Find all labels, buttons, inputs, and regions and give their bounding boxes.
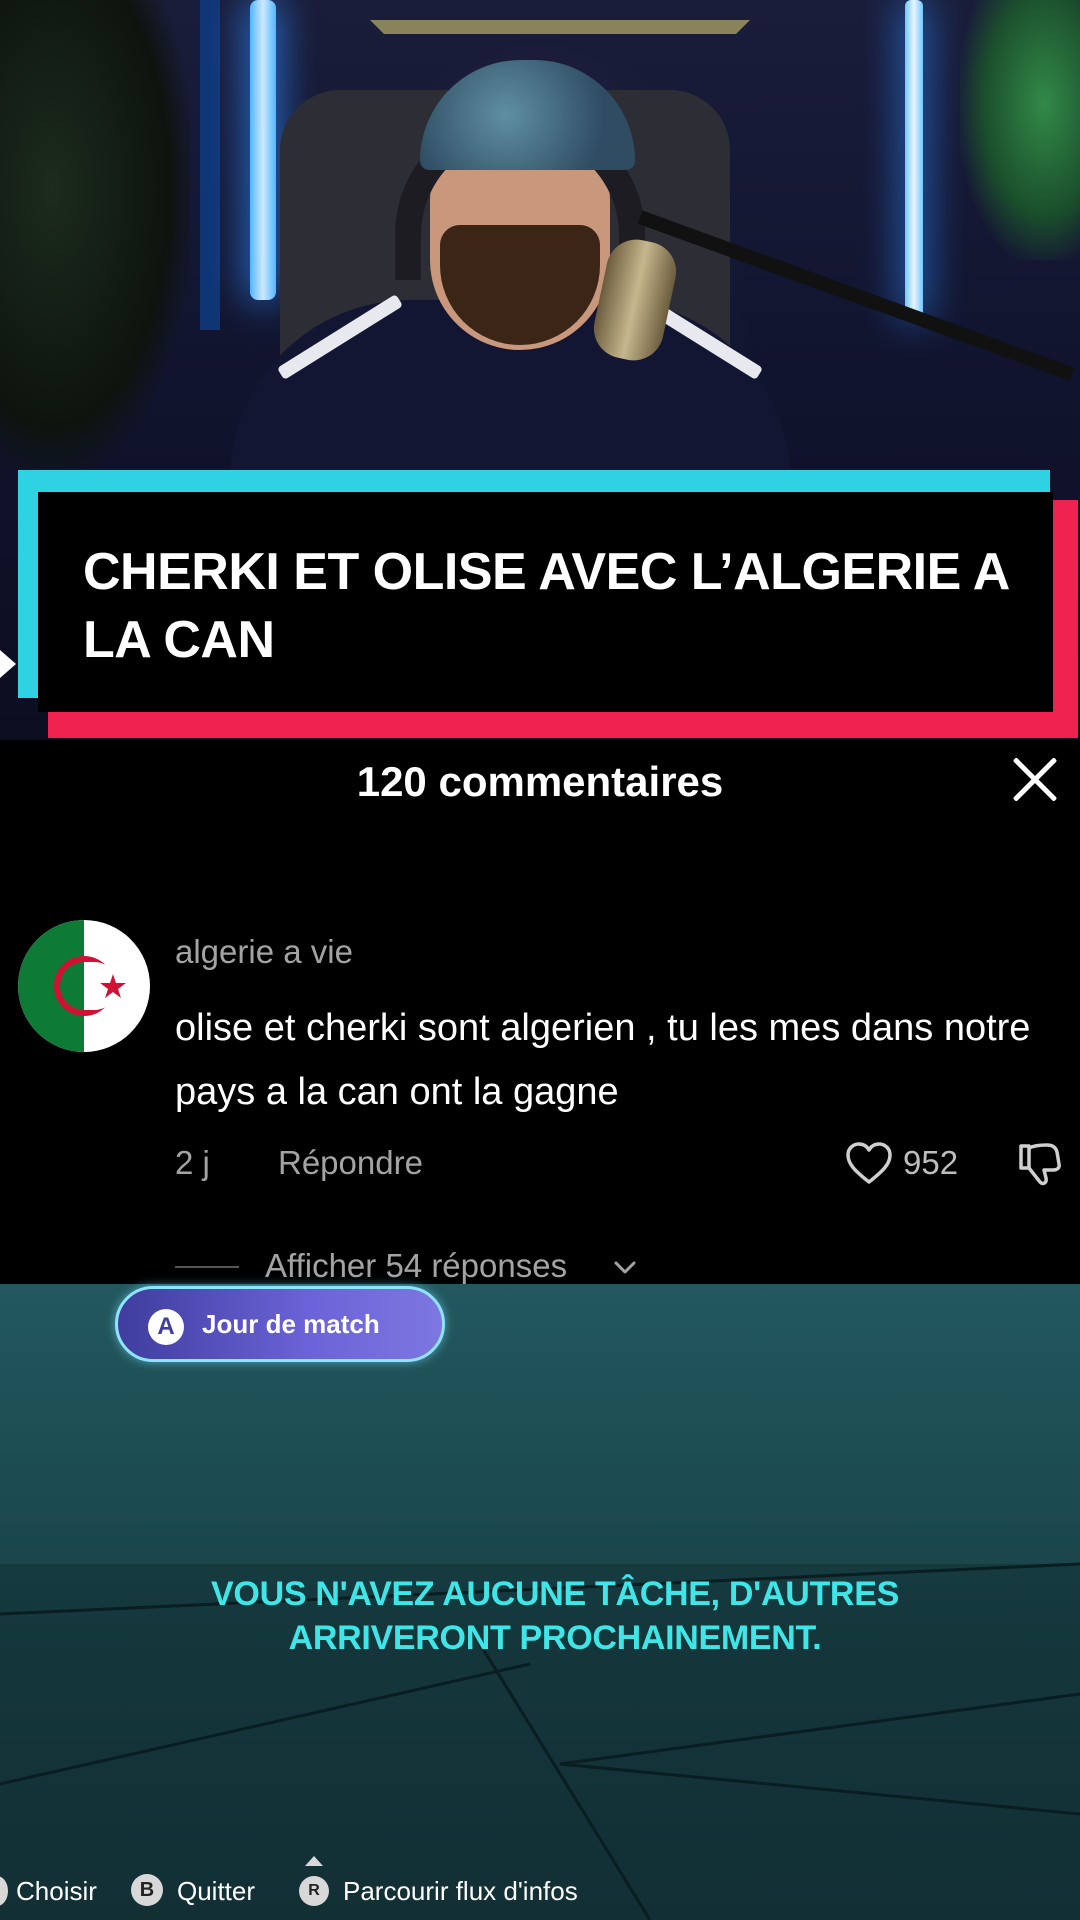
close-icon[interactable]: [1010, 755, 1060, 805]
comments-count: 120 commentaires: [356, 758, 724, 805]
up-arrow-icon: [305, 1856, 323, 1866]
plant-decor: [960, 0, 1080, 260]
neon-light: [200, 0, 220, 330]
choose-hint[interactable]: Choisir: [16, 1876, 97, 1907]
match-day-label: Jour de match: [202, 1309, 380, 1339]
chevron-down-icon[interactable]: [612, 1254, 638, 1280]
show-replies-link[interactable]: Afficher 54 réponses: [265, 1247, 567, 1285]
like-count: 952: [903, 1144, 959, 1181]
dislike-icon[interactable]: [1015, 1140, 1063, 1188]
side-arrow-icon: [0, 650, 16, 678]
plant-decor: [0, 0, 190, 470]
replies-divider: [175, 1266, 239, 1268]
user-avatar[interactable]: [18, 920, 150, 1052]
streamer-cap: [420, 60, 635, 170]
no-task-notice: VOUS N'AVEZ AUCUNE TÂCHE, D'AUTRES ARRIV…: [211, 1575, 899, 1657]
r-stick-icon: R: [299, 1876, 329, 1906]
comment-username[interactable]: algerie a vie: [175, 933, 353, 971]
heart-icon[interactable]: [845, 1141, 893, 1185]
algeria-flag-icon: [54, 956, 126, 1016]
match-day-button[interactable]: A Jour de match: [115, 1286, 445, 1362]
comment-text: olise et cherki sont algerien , tu les m…: [175, 1007, 1031, 1113]
neon-sign: [370, 20, 750, 56]
neon-light: [905, 0, 923, 320]
neon-light: [250, 0, 276, 300]
browse-news-hint[interactable]: Parcourir flux d'infos: [343, 1876, 578, 1907]
b-button-icon: B: [131, 1874, 163, 1906]
reply-button[interactable]: Répondre: [278, 1144, 423, 1182]
video-title: CHERKI ET OLISE AVEC L’ALGERIE A LA CAN: [83, 543, 1008, 669]
a-button-icon: A: [148, 1309, 184, 1345]
comment-date: 2 j: [175, 1144, 210, 1181]
quit-hint[interactable]: Quitter: [177, 1876, 255, 1907]
